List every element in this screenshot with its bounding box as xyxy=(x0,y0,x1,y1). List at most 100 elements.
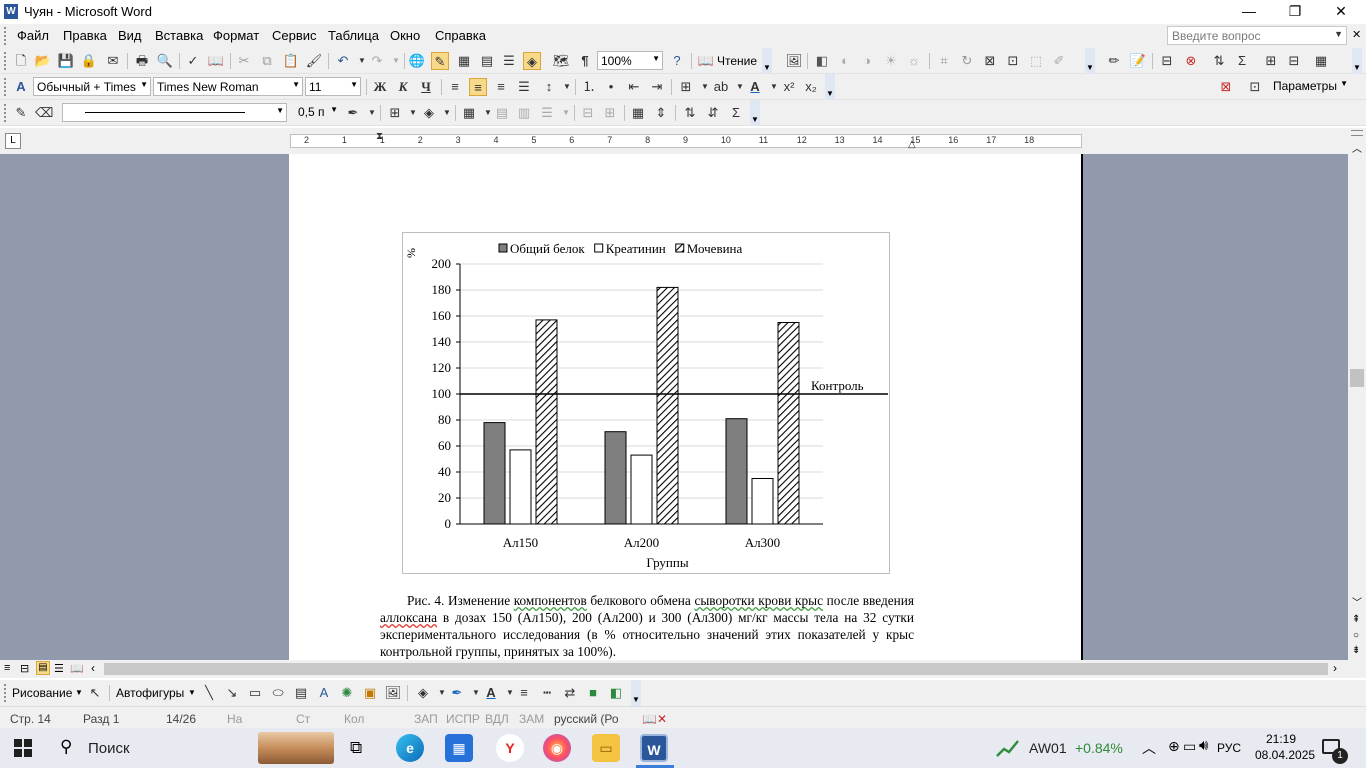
line-style-icon[interactable]: ≡ xyxy=(515,684,533,702)
web-view-icon[interactable]: ⊟ xyxy=(20,662,29,675)
vertical-scrollbar[interactable]: ︿ ﹀ ⇞ ○ ⇟ xyxy=(1348,128,1366,660)
highlight-icon[interactable]: ab xyxy=(712,78,730,96)
bullet-list-icon[interactable]: • xyxy=(602,78,620,96)
scroll-thumb[interactable] xyxy=(1350,369,1364,387)
merge-cells-icon[interactable]: ⊟ xyxy=(1285,52,1303,70)
diagram-icon[interactable]: ✺ xyxy=(338,684,356,702)
network-icon[interactable]: ⊕ xyxy=(1168,738,1180,755)
picture-icon[interactable]: 🖼 xyxy=(785,52,803,70)
store-icon[interactable]: ▦ xyxy=(445,734,473,762)
permission-icon[interactable]: 🔒 xyxy=(80,52,98,70)
font-select[interactable]: Times New Roman ▼ xyxy=(153,77,303,96)
toolbar-options-icon-5[interactable]: ▼ xyxy=(750,100,760,126)
reading-layout-icon[interactable]: 📖 xyxy=(697,52,715,70)
sort-descending-icon[interactable]: ⇵ xyxy=(704,104,722,122)
bold-button[interactable]: Ж xyxy=(371,78,389,96)
border-color-dropdown-icon[interactable]: ▼ xyxy=(363,104,381,122)
toolbar-options-icon-6[interactable]: ▼ xyxy=(631,680,641,706)
menu-file[interactable]: Файл xyxy=(17,28,49,43)
rectangle-tool-icon[interactable]: ▭ xyxy=(246,684,264,702)
tray-expand-icon[interactable]: ︿ xyxy=(1142,738,1156,758)
status-trk[interactable]: ИСПР xyxy=(446,712,480,726)
line-color-icon[interactable]: ✒ xyxy=(448,684,466,702)
fill-color-icon[interactable]: ◈ xyxy=(414,684,432,702)
distribute-rows-icon[interactable]: ⊟ xyxy=(579,104,597,122)
tables-borders-icon[interactable]: ✎ xyxy=(431,52,449,70)
status-ext[interactable]: ВДЛ xyxy=(485,712,509,726)
3d-style-icon[interactable]: ◧ xyxy=(607,684,625,702)
spelling-icon[interactable]: ✓ xyxy=(184,52,202,70)
params-dropdown[interactable]: Параметры ▼ xyxy=(1270,77,1350,96)
crop-icon[interactable]: ⌗ xyxy=(935,52,953,70)
edit-icon[interactable]: ✏ xyxy=(1105,52,1123,70)
textbox-tool-icon[interactable]: ▤ xyxy=(292,684,310,702)
insert-rows-icon[interactable]: ⊟ xyxy=(1158,52,1176,70)
increase-indent-icon[interactable]: ⇥ xyxy=(648,78,666,96)
split-cells-icon[interactable]: ⊞ xyxy=(1262,52,1280,70)
shading-dropdown-icon[interactable]: ▼ xyxy=(438,104,456,122)
less-brightness-icon[interactable]: ☼ xyxy=(905,52,923,70)
horizontal-ruler[interactable]: 2 1 1 2 3 4 5 6 7 8 9 10 11 12 13 14 15 16 17 18 ⧗ △ xyxy=(290,131,1082,150)
align-center-icon[interactable]: ≡ xyxy=(469,78,487,96)
underline-button[interactable]: Ч xyxy=(417,78,435,96)
tab-selector-icon[interactable]: L xyxy=(5,133,21,149)
track-changes-icon[interactable]: ⊡ xyxy=(1246,78,1264,96)
numbered-list-icon[interactable]: ⒈ xyxy=(580,78,598,96)
stock-chart-icon[interactable] xyxy=(996,738,1020,758)
line-spacing-dropdown-icon[interactable]: ▼ xyxy=(558,78,576,96)
close-document-icon[interactable]: ✕ xyxy=(1352,28,1361,41)
menu-window[interactable]: Окно xyxy=(390,28,420,43)
word-app-icon[interactable]: W xyxy=(4,4,18,19)
border-color-icon[interactable]: ✒ xyxy=(344,104,362,122)
close-button[interactable]: ✕ xyxy=(1318,0,1364,24)
reading-button[interactable]: Чтение xyxy=(717,54,757,68)
line-spacing-icon[interactable]: ↕ xyxy=(540,78,558,96)
copy-icon[interactable]: ⧉ xyxy=(258,52,276,70)
style-select[interactable]: Обычный + Times ▼ xyxy=(33,77,151,96)
redo-icon[interactable]: ↷ xyxy=(368,52,386,70)
menu-view[interactable]: Вид xyxy=(118,28,142,43)
menu-edit[interactable]: Правка xyxy=(63,28,107,43)
format-picture-icon[interactable]: ⬚ xyxy=(1027,52,1045,70)
color-grayscale-icon[interactable]: ◧ xyxy=(813,52,831,70)
distribute-columns-icon[interactable]: ⊞ xyxy=(601,104,619,122)
more-brightness-icon[interactable]: ☀ xyxy=(882,52,900,70)
cell-align-dropdown-icon[interactable]: ▼ xyxy=(557,104,575,122)
superscript-icon[interactable]: x² xyxy=(780,78,798,96)
table-autoformat-icon-2[interactable]: ▦ xyxy=(629,104,647,122)
sort-ascending-icon[interactable]: ⇅ xyxy=(681,104,699,122)
taskbar-search[interactable]: ⚲ Поиск xyxy=(48,732,338,764)
prev-page-icon[interactable]: ⇞ xyxy=(1352,614,1360,625)
format-edit-icon[interactable]: 📝 xyxy=(1129,52,1147,70)
save-icon[interactable]: 💾 xyxy=(57,52,75,70)
new-document-icon[interactable]: 🗋 xyxy=(12,52,30,70)
normal-view-icon[interactable]: ≡ xyxy=(4,662,10,674)
decrease-indent-icon[interactable]: ⇤ xyxy=(625,78,643,96)
drawing-toggle-icon[interactable]: ◈ xyxy=(523,52,541,70)
outside-border-icon[interactable]: ⊞ xyxy=(386,104,404,122)
less-contrast-icon[interactable]: ◑ xyxy=(858,52,876,70)
hyperlink-icon[interactable]: 🌐 xyxy=(408,52,426,70)
drawing-menu-button[interactable]: Рисование xyxy=(12,686,72,700)
toolbar-grip[interactable] xyxy=(4,104,7,122)
redo-dropdown-icon[interactable]: ▼ xyxy=(387,52,405,70)
line-tool-icon[interactable]: ╲ xyxy=(200,684,218,702)
text-wrap-icon[interactable]: ⊡ xyxy=(1004,52,1022,70)
eraser-icon[interactable]: ⌫ xyxy=(35,104,53,122)
yandex-icon[interactable]: Y xyxy=(496,734,524,762)
print-icon[interactable]: 🖶 xyxy=(133,52,151,70)
delete-rows-icon[interactable]: ⊗ xyxy=(1182,52,1200,70)
table-autoformat-icon[interactable]: ▦ xyxy=(1312,52,1330,70)
toolbar-grip[interactable] xyxy=(4,684,7,702)
shadow-style-icon[interactable]: ■ xyxy=(584,684,602,702)
menu-grip[interactable] xyxy=(4,27,7,45)
paste-icon[interactable]: 📋 xyxy=(282,52,300,70)
italic-button[interactable]: К xyxy=(394,78,412,96)
chevron-down-icon[interactable]: ▼ xyxy=(1334,29,1343,39)
menu-table[interactable]: Таблица xyxy=(328,28,379,43)
toolbar-options-icon-4[interactable]: ▼ xyxy=(825,74,835,100)
toolbar-options-icon-3[interactable]: ▼ xyxy=(1352,48,1362,74)
undo-icon[interactable]: ↶ xyxy=(334,52,352,70)
font-color-icon[interactable]: A xyxy=(746,78,764,96)
input-language[interactable]: РУС xyxy=(1217,741,1241,755)
